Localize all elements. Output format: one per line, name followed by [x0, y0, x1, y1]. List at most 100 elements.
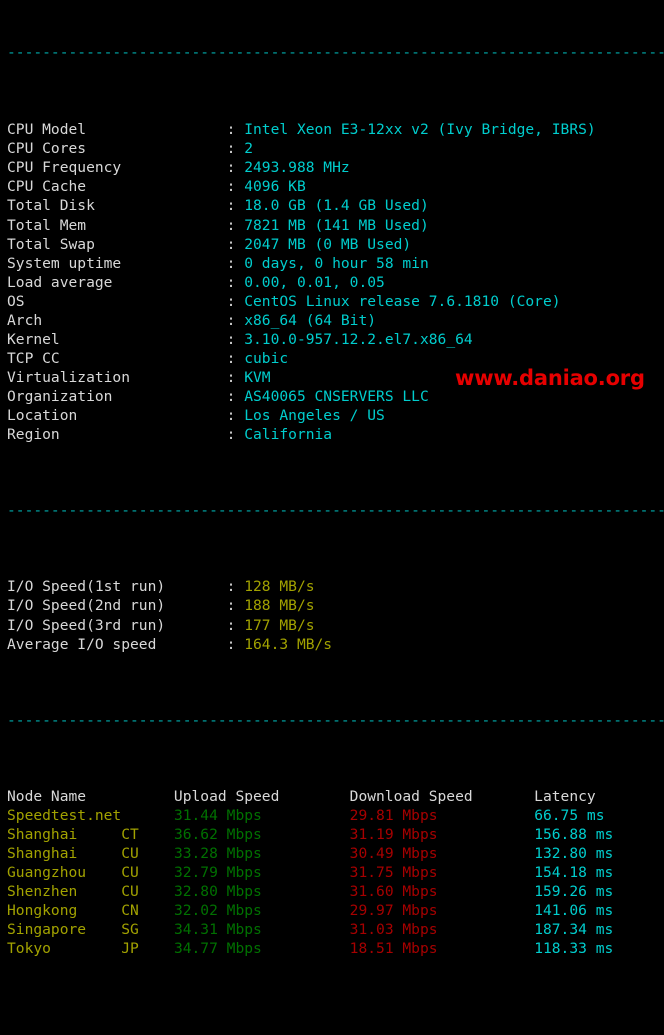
speedtest-node-name: Guangzhou CU	[7, 864, 174, 882]
system-info-row: CPU Cores : 2	[0, 139, 664, 158]
system-info-row: Total Swap : 2047 MB (0 MB Used)	[0, 235, 664, 254]
system-info-row-value: 7821 MB (141 MB Used)	[244, 216, 429, 234]
system-info-row-colon: :	[226, 273, 245, 291]
system-info-row-value: 18.0 GB (1.4 GB Used)	[244, 197, 429, 215]
speedtest-row: Guangzhou CU 32.79 Mbps 31.75 Mbps 154.1…	[0, 863, 664, 882]
io-speed-row-value: 164.3 MB/s	[244, 635, 333, 653]
system-info-row-label: TCP CC	[7, 349, 227, 367]
system-info-row-value: California	[244, 426, 333, 444]
io-speed-row: Average I/O speed : 164.3 MB/s	[0, 635, 664, 654]
io-speed-row: I/O Speed(1st run) : 128 MB/s	[0, 577, 664, 596]
speedtest-node-name: Shanghai CT	[7, 826, 174, 844]
system-info-row-value: KVM	[244, 368, 271, 386]
separator-io-text: ----------------------------------------…	[7, 502, 664, 520]
system-info-row-value: 3.10.0-957.12.2.el7.x86_64	[244, 330, 473, 348]
speedtest-latency: 154.18 ms	[534, 864, 614, 882]
io-speed-row: I/O Speed(3rd run) : 177 MB/s	[0, 616, 664, 635]
speedtest-node-name: Hongkong CN	[7, 902, 174, 920]
system-info-row: Total Disk : 18.0 GB (1.4 GB Used)	[0, 196, 664, 215]
speedtest-upload-speed: 32.79 Mbps	[173, 864, 350, 882]
separator-speedtest-text: ----------------------------------------…	[7, 711, 664, 729]
system-info-row-value: x86_64 (64 Bit)	[244, 311, 377, 329]
system-info-row-label: Load average	[7, 273, 227, 291]
system-info-row-value: Intel Xeon E3-12xx v2 (Ivy Bridge, IBRS)	[244, 121, 596, 139]
speedtest-latency: 141.06 ms	[534, 902, 614, 920]
speedtest-download-speed: 18.51 Mbps	[349, 940, 535, 958]
site-watermark: www.daniao.org	[455, 366, 645, 390]
system-info-row-label: Region	[7, 426, 227, 444]
io-speed-block: I/O Speed(1st run) : 128 MB/s I/O Speed(2…	[0, 577, 664, 653]
system-info-row-colon: :	[226, 349, 245, 367]
speedtest-upload-speed: 33.28 Mbps	[173, 845, 350, 863]
system-info-row-label: Total Disk	[7, 197, 227, 215]
system-info-row-label: CPU Cache	[7, 178, 227, 196]
system-info-row-colon: :	[226, 178, 245, 196]
system-info-row-value: 2	[244, 140, 254, 158]
io-speed-row-colon: :	[226, 578, 245, 596]
system-info-row-label: Total Swap	[7, 235, 227, 253]
speedtest-download-speed: 31.75 Mbps	[349, 864, 535, 882]
speedtest-download-speed: 31.60 Mbps	[349, 883, 535, 901]
system-info-row: Total Mem : 7821 MB (141 MB Used)	[0, 216, 664, 235]
system-info-row-colon: :	[226, 426, 245, 444]
system-info-row: Kernel : 3.10.0-957.12.2.el7.x86_64	[0, 330, 664, 349]
speedtest-latency: 66.75 ms	[534, 806, 605, 824]
system-info-row: Region : California	[0, 425, 664, 444]
system-info-row-colon: :	[226, 235, 245, 253]
separator-top-text: ----------------------------------------…	[0, 50, 664, 56]
system-info-row-value: 2493.988 MHz	[244, 159, 350, 177]
speedtest-upload-speed: 31.44 Mbps	[173, 806, 350, 824]
separator-top: ----------------------------------------…	[0, 50, 664, 56]
speedtest-latency: 132.80 ms	[534, 845, 614, 863]
system-info-row-value: cubic	[244, 349, 289, 367]
speedtest-table: Node Name Upload Speed Download Speed La…	[0, 787, 664, 958]
io-speed-row-colon: :	[226, 597, 245, 615]
speedtest-row: Shanghai CT 36.62 Mbps 31.19 Mbps 156.88…	[0, 825, 664, 844]
speedtest-row: Shenzhen CU 32.80 Mbps 31.60 Mbps 159.26…	[0, 882, 664, 901]
io-speed-row-label: Average I/O speed	[7, 635, 227, 653]
speedtest-node-name: Speedtest.net	[7, 806, 174, 824]
speedtest-row: Tokyo JP 34.77 Mbps 18.51 Mbps 118.33 ms	[0, 939, 664, 958]
speedtest-download-speed: 29.97 Mbps	[349, 902, 535, 920]
system-info-row-label: Organization	[7, 387, 227, 405]
io-speed-row-colon: :	[226, 616, 245, 634]
speedtest-node-name: Singapore SG	[7, 921, 174, 939]
speedtest-row: Speedtest.net 31.44 Mbps 29.81 Mbps 66.7…	[0, 806, 664, 825]
speedtest-latency: 187.34 ms	[534, 921, 614, 939]
io-speed-row-label: I/O Speed(1st run)	[7, 578, 227, 596]
system-info-row-colon: :	[226, 311, 245, 329]
system-info-row-value: 2047 MB (0 MB Used)	[244, 235, 412, 253]
separator-io: ----------------------------------------…	[0, 501, 664, 520]
system-info-row-value: AS40065 CNSERVERS LLC	[244, 387, 429, 405]
system-info-row-label: CPU Model	[7, 121, 227, 139]
io-speed-row-label: I/O Speed(2nd run)	[7, 597, 227, 615]
system-info-row: CPU Frequency : 2493.988 MHz	[0, 158, 664, 177]
system-info-row: OS : CentOS Linux release 7.6.1810 (Core…	[0, 292, 664, 311]
speedtest-upload-speed: 32.02 Mbps	[173, 902, 350, 920]
system-info-row-colon: :	[226, 330, 245, 348]
speedtest-node-name: Tokyo JP	[7, 940, 174, 958]
speedtest-header-text: Node Name Upload Speed Download Speed La…	[7, 787, 596, 805]
system-info-row-value: 0.00, 0.01, 0.05	[244, 273, 385, 291]
speedtest-download-speed: 30.49 Mbps	[349, 845, 535, 863]
speedtest-row: Hongkong CN 32.02 Mbps 29.97 Mbps 141.06…	[0, 901, 664, 920]
system-info-row-value: CentOS Linux release 7.6.1810 (Core)	[244, 292, 561, 310]
system-info-row-colon: :	[226, 159, 245, 177]
system-info-row-colon: :	[226, 292, 245, 310]
system-info-row-colon: :	[226, 216, 245, 234]
system-info-row-value: 4096 KB	[244, 178, 306, 196]
speedtest-latency: 118.33 ms	[534, 940, 614, 958]
io-speed-row-value: 128 MB/s	[244, 578, 315, 596]
system-info-row-label: OS	[7, 292, 227, 310]
speedtest-upload-speed: 34.31 Mbps	[173, 921, 350, 939]
system-info-row: Arch : x86_64 (64 Bit)	[0, 311, 664, 330]
system-info-row-colon: :	[226, 121, 245, 139]
system-info-row-label: System uptime	[7, 254, 227, 272]
io-speed-row: I/O Speed(2nd run) : 188 MB/s	[0, 596, 664, 615]
io-speed-row-colon: :	[226, 635, 245, 653]
terminal-window: ----------------------------------------…	[0, 0, 664, 957]
system-info-row-colon: :	[226, 140, 245, 158]
system-info-row: CPU Model : Intel Xeon E3-12xx v2 (Ivy B…	[0, 120, 664, 139]
system-info-row-colon: :	[226, 197, 245, 215]
system-info-row-colon: :	[226, 387, 245, 405]
